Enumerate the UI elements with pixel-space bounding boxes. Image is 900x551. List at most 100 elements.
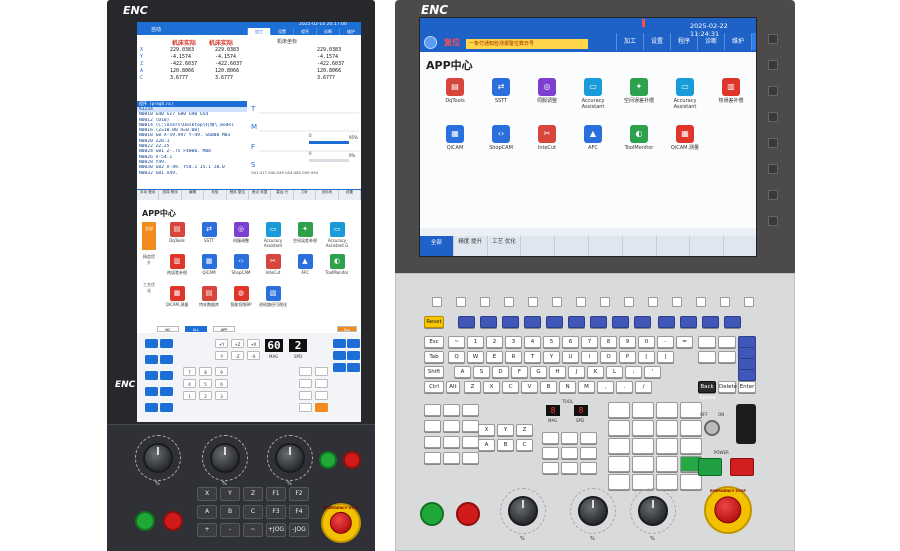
letter-key-H[interactable]: H [549,366,566,378]
panel-key-13[interactable] [632,456,654,472]
key-9[interactable]: 4 [183,379,196,388]
mode-key-9[interactable] [424,452,441,464]
nav-key-2[interactable] [702,316,719,328]
jog-key-8[interactable] [580,462,597,474]
nav-key-1[interactable] [680,316,697,328]
tab-1[interactable]: 设置 [643,33,670,50]
panel-key-4[interactable]: F2 [289,487,309,501]
fn-key-4[interactable] [546,316,563,328]
delete-key[interactable]: Delete [718,381,737,393]
jog-key-7[interactable] [561,462,578,474]
letter-key-R[interactable]: R [505,351,522,363]
app-category-0[interactable]: 全部 [142,222,156,250]
app-tile[interactable]: ◎ 伺服调整 [524,78,570,118]
letter-key-,[interactable]: , [597,381,614,393]
jog-key-5[interactable] [347,363,360,372]
num-key-12[interactable]: = [676,336,693,348]
panel-key-6[interactable]: B [220,505,240,519]
screen-softkey-2[interactable] [480,297,490,307]
num-key-9[interactable]: 9 [619,336,636,348]
mode-key-1[interactable] [443,404,460,416]
fn-key-8[interactable] [634,316,651,328]
letter-key-'[interactable]: ' [644,366,661,378]
jog-key-2[interactable] [333,351,346,360]
app-tile[interactable]: ▲ AFC [289,254,321,283]
side-key-3[interactable] [768,86,778,96]
softkey-7[interactable] [657,236,691,256]
softkey-0[interactable]: 手动 程序 [137,190,160,200]
screen-softkey-1[interactable] [456,297,466,307]
letter-key-C[interactable]: C [502,381,519,393]
panel-key-12[interactable]: ~ [243,523,263,537]
key-switch[interactable] [704,420,720,436]
screen-softkey-6[interactable] [576,297,586,307]
mode-key-2[interactable] [299,379,312,388]
side-key-6[interactable] [768,164,778,174]
app-category-2[interactable]: 工艺优化 [142,278,156,306]
fn-key-7[interactable] [612,316,629,328]
mode-key-3[interactable] [315,379,328,388]
screen-softkey-0[interactable] [432,297,442,307]
side-key-8[interactable] [768,216,778,226]
panel-key-5[interactable] [632,420,654,436]
mode-key-2[interactable] [462,404,479,416]
softkey-2[interactable]: 工艺 优化 [488,236,522,256]
letter-key-T[interactable]: T [524,351,541,363]
key-7[interactable]: 8 [199,367,212,376]
panel-key-0[interactable]: X [197,487,217,501]
screen-softkey-8[interactable] [624,297,634,307]
mode-key-8[interactable] [462,436,479,448]
num-key-4[interactable]: 4 [524,336,541,348]
axis-key-Y[interactable]: Y [497,424,514,436]
jog-key-5[interactable] [580,447,597,459]
alt-key[interactable]: Alt [446,381,460,393]
emergency-stop-button[interactable]: EMERGENCY STOP [704,486,752,534]
emergency-stop-button[interactable]: EMERGENCY STOP [321,503,361,543]
page-key-2[interactable] [698,351,716,363]
mode-key-3[interactable] [424,420,441,432]
function-key-5[interactable] [160,371,173,380]
tab-2[interactable]: 程序 [670,33,697,50]
softkey-7[interactable]: 刀补 [294,190,317,200]
letter-key-V[interactable]: V [521,381,538,393]
axis-key-Z[interactable]: Z [516,424,533,436]
app-tile[interactable]: ▭ Accuracy Assistant [570,78,616,118]
panel-key-18[interactable] [656,474,678,490]
panel-key-14[interactable] [656,456,678,472]
ctrl-key[interactable]: Ctrl [424,381,444,393]
feed-hold-button[interactable] [343,451,361,469]
panel-key-1[interactable] [632,402,654,418]
panel-key-8[interactable]: F3 [266,505,286,519]
cycle-start-button[interactable] [420,502,444,526]
fn-key-6[interactable] [590,316,607,328]
key-10[interactable]: 5 [199,379,212,388]
reset-key[interactable]: Reset [424,316,444,328]
mode-key-11[interactable] [462,452,479,464]
jog-key-2[interactable] [580,432,597,444]
app-tile[interactable]: ▦ QiCAM [432,125,478,165]
app-tile[interactable]: ✂ InteCut [524,125,570,165]
panel-key-3[interactable]: F1 [266,487,286,501]
mode-key-10[interactable] [443,452,460,464]
program-listing[interactable]: 程序 (prog0.nc) %1234 N0010 G40 G17 G00 G90… [137,101,247,189]
num-key-5[interactable]: 5 [543,336,560,348]
letter-key-][interactable]: ] [657,351,674,363]
panel-key-12[interactable] [608,456,630,472]
panel-key-2[interactable]: Z [243,487,263,501]
mode-key-6[interactable] [424,436,441,448]
app-tile[interactable]: ▦ QiCAM.测量 [662,125,708,165]
app-tile[interactable]: ◍ 智能切削BP [225,286,257,315]
panel-key-13[interactable]: +JOG [266,523,286,537]
key-6[interactable]: 7 [183,367,196,376]
softkey-8[interactable] [690,236,725,256]
app-tile[interactable]: ⇄ SSTT [478,78,524,118]
screen-softkey-10[interactable] [672,297,682,307]
axis-key-X[interactable]: X [478,424,495,436]
home-icon[interactable] [424,36,437,49]
mode-key-0[interactable] [299,367,312,376]
page-key-1[interactable] [718,336,736,348]
tab-4[interactable]: 维护 [724,33,751,50]
side-key-7[interactable] [768,190,778,200]
rapid-override-knob[interactable] [578,496,608,526]
tab-0[interactable]: 加工 [247,28,270,35]
